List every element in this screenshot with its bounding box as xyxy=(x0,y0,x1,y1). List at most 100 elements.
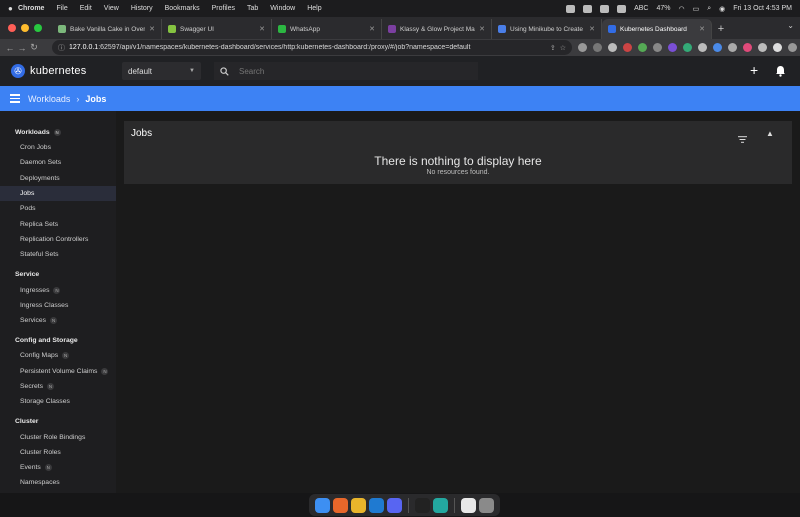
search-input[interactable] xyxy=(239,66,439,76)
notifications-bell-icon[interactable] xyxy=(775,64,786,82)
display-icon[interactable] xyxy=(617,4,627,13)
filter-icon[interactable] xyxy=(738,130,747,148)
hamburger-menu-icon[interactable] xyxy=(10,94,20,103)
sidebar-item-events[interactable]: Events N xyxy=(0,460,116,475)
sidebar-item-replica-sets[interactable]: Replica Sets xyxy=(0,216,116,231)
sidebar-item-pods[interactable]: Pods xyxy=(0,201,116,216)
tab-search-chevron-icon[interactable]: ⌄ xyxy=(787,21,794,30)
extension-icon[interactable] xyxy=(578,43,587,52)
browser-tab[interactable]: Using Minikube to Create a Cl ✕ xyxy=(492,19,602,39)
tab-close-icon[interactable]: ✕ xyxy=(259,25,265,33)
notes-icon[interactable] xyxy=(461,497,476,513)
sidebar-item-cron-jobs[interactable]: Cron Jobs xyxy=(0,140,116,155)
sidebar-toggle-icon[interactable] xyxy=(788,43,797,52)
battery-percent[interactable]: 47% xyxy=(656,5,670,12)
tab-close-icon[interactable]: ✕ xyxy=(369,25,375,33)
extension-icon[interactable] xyxy=(608,43,617,52)
sidebar-item-secrets[interactable]: Secrets N xyxy=(0,379,116,394)
sidebar-item-daemon-sets[interactable]: Daemon Sets xyxy=(0,155,116,170)
chrome-icon[interactable] xyxy=(351,497,366,513)
sidebar-item-storage-classes[interactable]: Storage Classes xyxy=(0,394,116,409)
share-icon[interactable]: ⇪ xyxy=(550,44,556,52)
siri-icon[interactable]: ◉ xyxy=(719,5,725,13)
menu-clock[interactable]: Fri 13 Oct 4:53 PM xyxy=(733,5,792,12)
extension-icon[interactable] xyxy=(728,43,737,52)
zoom-window-button[interactable] xyxy=(34,24,42,32)
input-source-label[interactable]: ABC xyxy=(634,5,648,12)
browser-tab[interactable]: Kubernetes Dashboard ✕ xyxy=(602,19,712,39)
extension-icon[interactable] xyxy=(683,43,692,52)
finder-icon[interactable] xyxy=(315,497,330,513)
back-button[interactable]: ← xyxy=(4,43,16,53)
reload-button[interactable]: ↻ xyxy=(28,42,40,53)
tab-close-icon[interactable]: ✕ xyxy=(699,25,705,33)
new-tab-button[interactable]: + xyxy=(712,19,730,39)
discord-icon[interactable] xyxy=(387,497,402,513)
menu-file[interactable]: File xyxy=(56,5,67,12)
extension-icon[interactable] xyxy=(638,43,647,52)
vscode-icon[interactable] xyxy=(369,497,384,513)
menu-edit[interactable]: Edit xyxy=(80,5,92,12)
browser-tab[interactable]: Swagger UI ✕ xyxy=(162,19,272,39)
create-resource-button[interactable]: + xyxy=(750,63,758,77)
vscode-insiders-icon[interactable] xyxy=(433,497,448,513)
bookmark-star-icon[interactable]: ☆ xyxy=(560,44,566,52)
search-bar[interactable] xyxy=(214,62,478,80)
browser-tab[interactable]: Bake Vanilla Cake in Oven ✕ xyxy=(52,19,162,39)
menu-history[interactable]: History xyxy=(131,5,153,12)
address-url[interactable]: 127.0.0.1:62597/api/v1/namespaces/kubern… xyxy=(69,44,546,51)
tab-close-icon[interactable]: ✕ xyxy=(149,25,155,33)
extension-icon[interactable] xyxy=(698,43,707,52)
sidebar-section-workloads[interactable]: Workloads N xyxy=(0,125,116,140)
tab-close-icon[interactable]: ✕ xyxy=(589,25,595,33)
sidebar-item-replication-controllers[interactable]: Replication Controllers xyxy=(0,232,116,247)
tab-close-icon[interactable]: ✕ xyxy=(479,25,485,33)
menu-tab[interactable]: Tab xyxy=(247,5,258,12)
sidebar-item-services[interactable]: Services N xyxy=(0,313,116,328)
sidebar-item-namespaces[interactable]: Namespaces xyxy=(0,475,116,490)
sidebar-item-ingresses[interactable]: Ingresses N xyxy=(0,282,116,297)
kubernetes-logo[interactable]: ✇ kubernetes xyxy=(11,64,86,78)
menu-help[interactable]: Help xyxy=(307,5,321,12)
terminal-icon[interactable] xyxy=(415,497,430,513)
sidebar-item-stateful-sets[interactable]: Stateful Sets xyxy=(0,247,116,262)
control-center-icon[interactable]: ▭ xyxy=(693,5,700,13)
minimize-window-button[interactable] xyxy=(21,24,29,32)
extension-icon[interactable] xyxy=(713,43,722,52)
screenshot-icon[interactable] xyxy=(600,4,610,13)
menu-window[interactable]: Window xyxy=(270,5,295,12)
extension-icon[interactable] xyxy=(773,43,782,52)
close-window-button[interactable] xyxy=(8,24,16,32)
extensions-puzzle-icon[interactable] xyxy=(758,43,767,52)
address-bar[interactable]: ⓘ 127.0.0.1:62597/api/v1/namespaces/kube… xyxy=(52,40,572,55)
extension-icon[interactable] xyxy=(743,43,752,52)
docker-icon[interactable] xyxy=(566,4,576,13)
site-info-icon[interactable]: ⓘ xyxy=(58,43,65,53)
wifi-icon[interactable]: ◠ xyxy=(678,5,684,13)
menu-profiles[interactable]: Profiles xyxy=(212,5,235,12)
sidebar-item-ingress-classes[interactable]: Ingress Classes xyxy=(0,298,116,313)
sidebar-item-deployments[interactable]: Deployments xyxy=(0,171,116,186)
extension-icon[interactable] xyxy=(653,43,662,52)
trash-icon[interactable] xyxy=(479,497,494,513)
sidebar-section-config-and-storage[interactable]: Config and Storage xyxy=(0,333,116,348)
apple-menu-icon[interactable]: ● xyxy=(8,4,18,13)
menu-bookmarks[interactable]: Bookmarks xyxy=(165,5,200,12)
sidebar-section-service[interactable]: Service xyxy=(0,267,116,282)
sidebar-item-jobs[interactable]: Jobs xyxy=(0,185,116,202)
extension-icon[interactable] xyxy=(623,43,632,52)
sidebar-item-config-maps[interactable]: Config Maps N xyxy=(0,348,116,363)
browser-tab[interactable]: Klassy & Glow Project Manag ✕ xyxy=(382,19,492,39)
forward-button[interactable]: → xyxy=(16,43,28,53)
breadcrumb-workloads[interactable]: Workloads xyxy=(28,94,70,104)
app-tray-icon[interactable] xyxy=(583,4,593,13)
namespace-selector[interactable]: default ▼ xyxy=(122,62,201,80)
extension-icon[interactable] xyxy=(668,43,677,52)
menu-app-name[interactable]: Chrome xyxy=(18,5,44,12)
collapse-chevron-up-icon[interactable]: ▲ xyxy=(766,129,774,138)
firefox-icon[interactable] xyxy=(333,497,348,513)
browser-tab[interactable]: WhatsApp ✕ xyxy=(272,19,382,39)
sidebar-item-cluster-roles[interactable]: Cluster Roles xyxy=(0,445,116,460)
menu-view[interactable]: View xyxy=(104,5,119,12)
extension-icon[interactable] xyxy=(593,43,602,52)
